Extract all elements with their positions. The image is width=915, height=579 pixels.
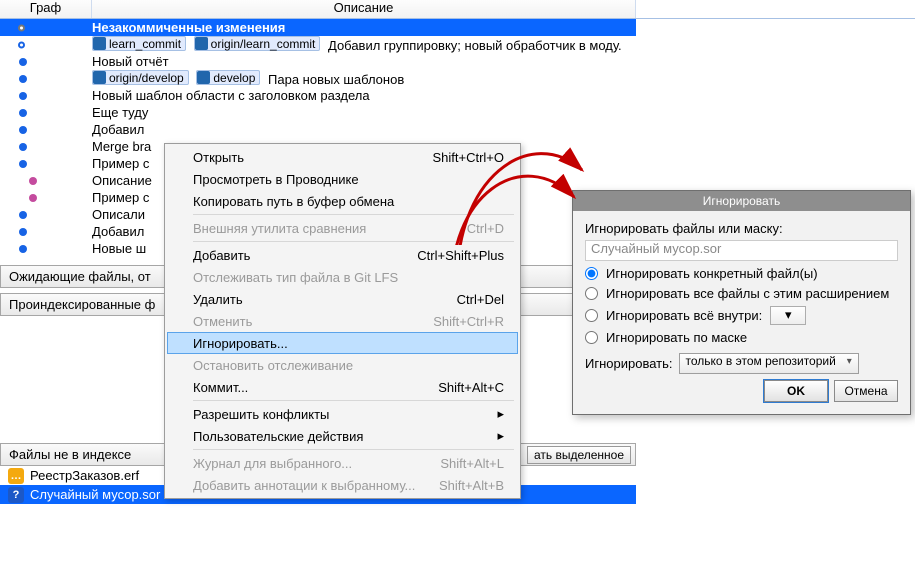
- mask-input[interactable]: Случайный мусор.sor: [585, 240, 898, 261]
- menu-item-label: Игнорировать...: [193, 336, 288, 351]
- submenu-arrow-icon: ▸: [497, 406, 504, 422]
- menu-separator: [193, 449, 514, 450]
- menu-shortcut: Shift+Ctrl+O: [432, 150, 504, 165]
- branch-tag[interactable]: learn_commit: [92, 36, 186, 51]
- opt-label: Игнорировать всё внутри:: [606, 308, 762, 323]
- menu-item[interactable]: Пользовательские действия ▸: [167, 425, 518, 447]
- grid-header: Граф Описание: [0, 0, 915, 19]
- menu-item: Отменить Shift+Ctrl+R: [167, 310, 518, 332]
- opt-label: Игнорировать по маске: [606, 330, 747, 345]
- context-menu: Открыть Shift+Ctrl+O Просмотреть в Проводн…: [164, 143, 521, 499]
- menu-item-label: Отслеживать тип файла в Git LFS: [193, 270, 398, 285]
- menu-item-label: Внешняя утилита сравнения: [193, 221, 366, 236]
- menu-item-label: Отменить: [193, 314, 252, 329]
- menu-item[interactable]: Игнорировать...: [167, 332, 518, 354]
- git-icon: [195, 37, 208, 50]
- menu-separator: [193, 214, 514, 215]
- menu-item[interactable]: Копировать путь в буфер обмена: [167, 190, 518, 212]
- menu-shortcut: Shift+Ctrl+R: [433, 314, 504, 329]
- folder-dropdown[interactable]: ▾: [770, 306, 806, 325]
- menu-item-label: Пользовательские действия: [193, 429, 363, 444]
- menu-item: Отслеживать тип файла в Git LFS: [167, 266, 518, 288]
- scope-label: Игнорировать:: [585, 356, 673, 371]
- menu-item-label: Копировать путь в буфер обмена: [193, 194, 394, 209]
- opt-label: Игнорировать конкретный файл(ы): [606, 266, 818, 281]
- ok-button[interactable]: OK: [764, 380, 828, 402]
- dialog-title: Игнорировать: [573, 191, 910, 211]
- menu-item-label: Разрешить конфликты: [193, 407, 329, 422]
- opt-inside[interactable]: [585, 309, 598, 322]
- opt-specific-file[interactable]: [585, 267, 598, 280]
- opt-label: Игнорировать все файлы с этим расширение…: [606, 286, 889, 301]
- branch-tag[interactable]: origin/develop: [92, 70, 189, 85]
- unstaged-button[interactable]: ать выделенное: [527, 446, 631, 464]
- menu-item-label: Добавить аннотации к выбранному...: [193, 478, 415, 493]
- ignore-dialog: Игнорировать Игнорировать файлы или маск…: [572, 190, 911, 415]
- menu-item-label: Открыть: [193, 150, 244, 165]
- commit-row[interactable]: Добавил: [0, 121, 636, 138]
- menu-separator: [193, 241, 514, 242]
- file-name: Случайный мусор.sor: [30, 487, 160, 502]
- menu-item-label: Просмотреть в Проводнике: [193, 172, 359, 187]
- menu-item-label: Удалить: [193, 292, 243, 307]
- menu-item-label: Журнал для выбранного...: [193, 456, 352, 471]
- menu-item: Остановить отслеживание: [167, 354, 518, 376]
- cancel-button[interactable]: Отмена: [834, 380, 898, 402]
- commit-row[interactable]: Новый шаблон области с заголовком раздел…: [0, 87, 636, 104]
- menu-item[interactable]: Добавить Ctrl+Shift+Plus: [167, 244, 518, 266]
- menu-item: Журнал для выбранного... Shift+Alt+L: [167, 452, 518, 474]
- menu-item: Добавить аннотации к выбранному... Shift+…: [167, 474, 518, 496]
- scope-dropdown[interactable]: только в этом репозиторий: [679, 353, 859, 374]
- menu-item[interactable]: Просмотреть в Проводнике: [167, 168, 518, 190]
- git-icon: [93, 71, 106, 84]
- opt-mask[interactable]: [585, 331, 598, 344]
- menu-item[interactable]: Разрешить конфликты ▸: [167, 403, 518, 425]
- menu-item: Внешняя утилита сравнения Ctrl+D: [167, 217, 518, 239]
- menu-item-label: Добавить: [193, 248, 250, 263]
- commit-row[interactable]: origin/develop develop Пара новых шаблон…: [0, 70, 636, 87]
- commit-row[interactable]: Новый отчёт: [0, 53, 636, 70]
- menu-shortcut: Shift+Alt+B: [439, 478, 504, 493]
- opt-extension[interactable]: [585, 287, 598, 300]
- menu-shortcut: Ctrl+Shift+Plus: [417, 248, 504, 263]
- col-desc[interactable]: Описание: [92, 0, 636, 18]
- menu-shortcut: Shift+Alt+L: [440, 456, 504, 471]
- menu-item[interactable]: Коммит... Shift+Alt+C: [167, 376, 518, 398]
- menu-item[interactable]: Открыть Shift+Ctrl+O: [167, 146, 518, 168]
- branch-tag[interactable]: origin/learn_commit: [194, 36, 321, 51]
- menu-shortcut: Ctrl+Del: [457, 292, 504, 307]
- unstaged-label: Файлы не в индексе: [9, 447, 131, 462]
- git-icon: [197, 71, 210, 84]
- menu-item-label: Остановить отслеживание: [193, 358, 353, 373]
- commit-row-uncommitted[interactable]: Незакоммиченные изменения: [0, 19, 636, 36]
- menu-shortcut: Ctrl+D: [467, 221, 504, 236]
- menu-separator: [193, 400, 514, 401]
- commit-row[interactable]: Еще туду: [0, 104, 636, 121]
- git-icon: [93, 37, 106, 50]
- file-name: РеестрЗаказов.erf: [30, 468, 139, 483]
- col-graph[interactable]: Граф: [0, 0, 92, 18]
- dialog-prompt: Игнорировать файлы или маску:: [585, 221, 898, 236]
- file-status-icon: …: [8, 468, 24, 484]
- menu-shortcut: Shift+Alt+C: [438, 380, 504, 395]
- indexed-label: Проиндексированные ф: [9, 297, 155, 312]
- menu-item-label: Коммит...: [193, 380, 248, 395]
- commit-row[interactable]: learn_commit origin/learn_commit Добавил…: [0, 36, 636, 53]
- submenu-arrow-icon: ▸: [497, 428, 504, 444]
- branch-tag[interactable]: develop: [196, 70, 260, 85]
- menu-item[interactable]: Удалить Ctrl+Del: [167, 288, 518, 310]
- file-status-icon: ?: [8, 487, 24, 503]
